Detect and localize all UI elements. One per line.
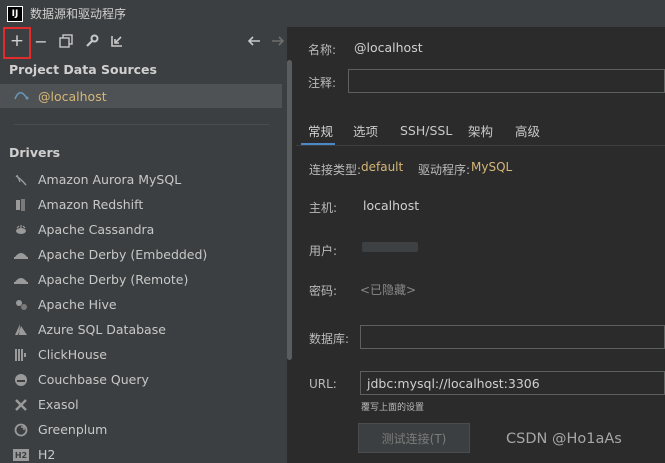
tab-divider (296, 145, 665, 146)
driver-label: Couchbase Query (38, 372, 149, 387)
connection-type-label: 连接类型: (309, 163, 362, 177)
tab-ssh-ssl[interactable]: SSH/SSL (400, 115, 452, 145)
driver-label: Apache Derby (Remote) (38, 272, 189, 287)
redshift-icon (13, 197, 29, 213)
data-source-item[interactable]: @localhost (0, 84, 282, 108)
driver-label: Amazon Aurora MySQL (38, 172, 182, 187)
driver-item[interactable]: Couchbase Query (0, 367, 282, 392)
driver-item[interactable]: Amazon Redshift (0, 192, 282, 217)
derby-icon (13, 272, 29, 288)
driver-item[interactable]: Greenplum (0, 417, 282, 442)
tab-schemas[interactable]: 架构 (468, 115, 493, 145)
arrow-left-icon (247, 36, 260, 46)
driver-item[interactable]: Apache Cassandra (0, 217, 282, 242)
add-icon: + (9, 31, 25, 51)
driver-label: 驱动程序: (418, 163, 471, 177)
add-button[interactable]: + (6, 30, 28, 52)
remove-icon: − (34, 31, 48, 51)
drivers-header: Drivers (9, 145, 61, 160)
driver-item[interactable]: Azure SQL Database (0, 317, 282, 342)
driver-label: H2 (38, 447, 56, 462)
svg-text:H2: H2 (15, 451, 27, 460)
name-input[interactable]: @localhost (354, 40, 423, 55)
exasol-icon (13, 397, 29, 413)
user-label: 用户: (309, 244, 338, 258)
driver-label: Azure SQL Database (38, 322, 166, 337)
driver-item[interactable]: Apache Hive (0, 292, 282, 317)
url-label: URL: (309, 377, 337, 391)
left-panel: + − Project Data Sources @localhost Driv… (0, 27, 287, 463)
azure-icon (13, 322, 29, 338)
aurora-icon (13, 172, 29, 188)
name-label: 名称: (308, 43, 337, 57)
data-source-label: @localhost (38, 88, 107, 104)
test-connection-button[interactable]: 测试连接(T) (358, 423, 470, 453)
title-bar: IJ 数据源和驱动程序 (0, 0, 665, 27)
h2-icon: H2 (13, 447, 29, 463)
tab-advanced[interactable]: 高级 (515, 115, 540, 145)
clickhouse-icon (13, 347, 29, 363)
driver-label: Greenplum (38, 422, 108, 437)
driver-label: Amazon Redshift (38, 197, 144, 212)
driver-item[interactable]: Amazon Aurora MySQL (0, 167, 282, 192)
driver-label: ClickHouse (38, 347, 107, 362)
comment-label: 注释: (308, 76, 337, 90)
forward-button[interactable] (267, 30, 289, 52)
right-panel: 名称: @localhost 注释: 常规 选项 SSH/SSL 架构 高级 连… (296, 27, 665, 463)
project-data-sources-header: Project Data Sources (9, 62, 157, 77)
password-input[interactable]: <已隐藏> (360, 281, 416, 298)
driver-item[interactable]: Exasol (0, 392, 282, 417)
tab-bar: 常规 选项 SSH/SSL 架构 高级 (296, 115, 665, 145)
comment-input[interactable] (348, 69, 665, 93)
arrow-right-icon (272, 36, 285, 46)
derby-icon (13, 247, 29, 263)
driver-label: Apache Hive (38, 297, 117, 312)
host-input[interactable]: localhost (363, 198, 419, 213)
tab-general[interactable]: 常规 (308, 115, 333, 145)
database-input[interactable] (360, 325, 665, 349)
duplicate-button[interactable] (55, 30, 77, 52)
import-icon (111, 36, 122, 47)
user-input[interactable] (362, 242, 418, 252)
driver-label: Apache Derby (Embedded) (38, 247, 208, 262)
driver-item[interactable]: H2 H2 (0, 442, 282, 463)
url-hint: 覆写上面的设置 (361, 403, 425, 413)
driver-item[interactable]: Apache Derby (Embedded) (0, 242, 282, 267)
password-label: 密码: (309, 284, 338, 298)
left-scrollbar[interactable] (287, 60, 292, 360)
watermark: CSDN @Ho1aAs (506, 431, 622, 447)
driver-item[interactable]: ClickHouse (0, 342, 282, 367)
host-label: 主机: (309, 201, 338, 215)
greenplum-icon (13, 422, 29, 438)
tab-options[interactable]: 选项 (353, 115, 378, 145)
driver-label: Exasol (38, 397, 79, 412)
divider (14, 124, 269, 125)
toolbar: + − (0, 27, 289, 59)
hive-icon (13, 297, 29, 313)
mysql-icon (14, 89, 30, 103)
app-logo: IJ (7, 5, 23, 22)
driver-label: Apache Cassandra (38, 222, 155, 237)
url-input[interactable]: jdbc:mysql://localhost:3306 (360, 371, 665, 395)
remove-button[interactable]: − (30, 30, 52, 52)
driver-item[interactable]: Apache Derby (Remote) (0, 267, 282, 292)
duplicate-icon (59, 34, 73, 48)
back-button[interactable] (243, 30, 265, 52)
import-button[interactable] (106, 30, 128, 52)
window-title: 数据源和驱动程序 (30, 7, 127, 21)
cassandra-icon (13, 222, 29, 238)
wrench-icon (86, 34, 99, 47)
connection-type-value[interactable]: default (361, 160, 403, 174)
database-label: 数据库: (309, 332, 350, 346)
driver-link[interactable]: MySQL (471, 160, 512, 174)
settings-button[interactable] (81, 30, 103, 52)
couchbase-icon (13, 372, 29, 388)
